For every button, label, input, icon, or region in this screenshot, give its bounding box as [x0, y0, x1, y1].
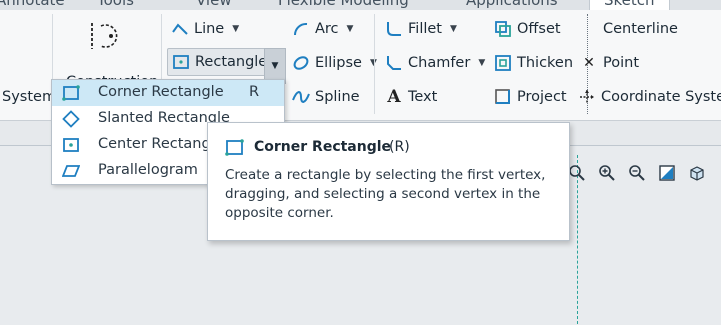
thicken-label: Thicken	[517, 55, 574, 71]
coordinate-system-group-label[interactable]: System	[2, 84, 56, 110]
text-icon: A	[387, 87, 401, 107]
center-rectangle-icon	[62, 136, 80, 154]
coordinate-system-icon	[578, 88, 596, 106]
project-button[interactable]: Project	[494, 84, 567, 110]
chamfer-label: Chamfer	[408, 55, 471, 71]
group-separator	[374, 14, 375, 114]
tooltip-shortcut: (R)	[389, 139, 410, 155]
chevron-down-icon[interactable]: ▼	[450, 24, 457, 34]
tooltip-description: Create a rectangle by selecting the firs…	[225, 167, 546, 221]
parallelogram-icon	[62, 162, 80, 180]
spline-icon	[292, 88, 310, 106]
offset-icon	[494, 20, 512, 38]
project-label: Project	[517, 89, 567, 105]
spline-button[interactable]: Spline	[292, 84, 360, 110]
text-button[interactable]: A Text	[385, 84, 437, 110]
offset-label: Offset	[517, 21, 561, 37]
menu-item-shortcut: R	[249, 84, 260, 100]
arc-button[interactable]: Arc ▼	[292, 16, 353, 42]
tab-flexible-modeling[interactable]: Flexible Modeling	[278, 0, 409, 9]
chevron-down-icon: ▼	[271, 61, 279, 71]
view-cube-icon[interactable]	[683, 161, 711, 185]
chevron-down-icon[interactable]: ▼	[347, 24, 354, 34]
offset-button[interactable]: Offset	[494, 16, 561, 42]
point-button[interactable]: ✕ Point	[580, 50, 639, 76]
menu-item-label: Parallelogram	[98, 162, 198, 178]
centerline-button[interactable]: Centerline	[603, 16, 678, 42]
chamfer-button[interactable]: Chamfer ▼	[385, 50, 485, 76]
rectangle-label: Rectangle	[195, 54, 268, 70]
chamfer-icon	[385, 54, 403, 72]
arc-icon	[292, 20, 310, 38]
chevron-down-icon[interactable]: ▼	[232, 24, 239, 34]
tab-applications[interactable]: Applications	[466, 0, 558, 9]
thicken-button[interactable]: Thicken	[494, 50, 573, 76]
menu-item-label: Corner Rectangle	[98, 84, 224, 100]
system-label: System	[2, 89, 57, 105]
slanted-rectangle-icon	[62, 110, 80, 128]
centerline-label: Centerline	[603, 21, 678, 37]
tab-view[interactable]: View	[196, 0, 232, 9]
tab-annotate[interactable]: Annotate	[0, 0, 65, 9]
coordinate-system-button[interactable]: Coordinate System	[578, 84, 721, 110]
tab-tools[interactable]: Tools	[97, 0, 134, 9]
point-icon: ✕	[583, 55, 595, 71]
command-tooltip: Corner Rectangle (R) Create a rectangle …	[207, 122, 570, 241]
point-label: Point	[603, 55, 640, 71]
line-label: Line	[194, 21, 225, 37]
rectangle-button[interactable]: Rectangle	[167, 48, 269, 76]
corner-rectangle-icon	[225, 139, 245, 157]
text-label: Text	[408, 89, 438, 105]
corner-rectangle-icon	[62, 84, 80, 102]
ellipse-button[interactable]: Ellipse ▼	[292, 50, 377, 76]
chevron-down-icon[interactable]: ▼	[478, 58, 485, 68]
thicken-icon	[494, 54, 512, 72]
line-icon	[171, 20, 189, 38]
refit-icon[interactable]	[653, 161, 681, 185]
view-toolbar	[563, 160, 721, 186]
line-button[interactable]: Line ▼	[171, 16, 239, 42]
fillet-icon	[385, 20, 403, 38]
arc-label: Arc	[315, 21, 339, 37]
ellipse-icon	[292, 54, 310, 72]
rectangle-icon	[172, 53, 190, 71]
construction-mode-icon	[87, 20, 123, 56]
zoom-in-icon[interactable]	[593, 161, 621, 185]
coordinate-system-label: Coordinate System	[601, 89, 721, 105]
tooltip-title: Corner Rectangle	[254, 139, 392, 155]
zoom-out-icon[interactable]	[623, 161, 651, 185]
menu-item-corner-rectangle[interactable]: Corner Rectangle R	[52, 80, 284, 106]
ribbon-tab-bar: Annotate Tools View Flexible Modeling Ap…	[0, 0, 721, 10]
spline-label: Spline	[315, 89, 360, 105]
project-icon	[494, 88, 512, 106]
fillet-button[interactable]: Fillet ▼	[385, 16, 457, 42]
ellipse-label: Ellipse	[315, 55, 362, 71]
tab-sketch[interactable]: Sketch	[589, 0, 670, 10]
fillet-label: Fillet	[408, 21, 442, 37]
menu-item-label: Center Rectangle	[98, 136, 224, 152]
